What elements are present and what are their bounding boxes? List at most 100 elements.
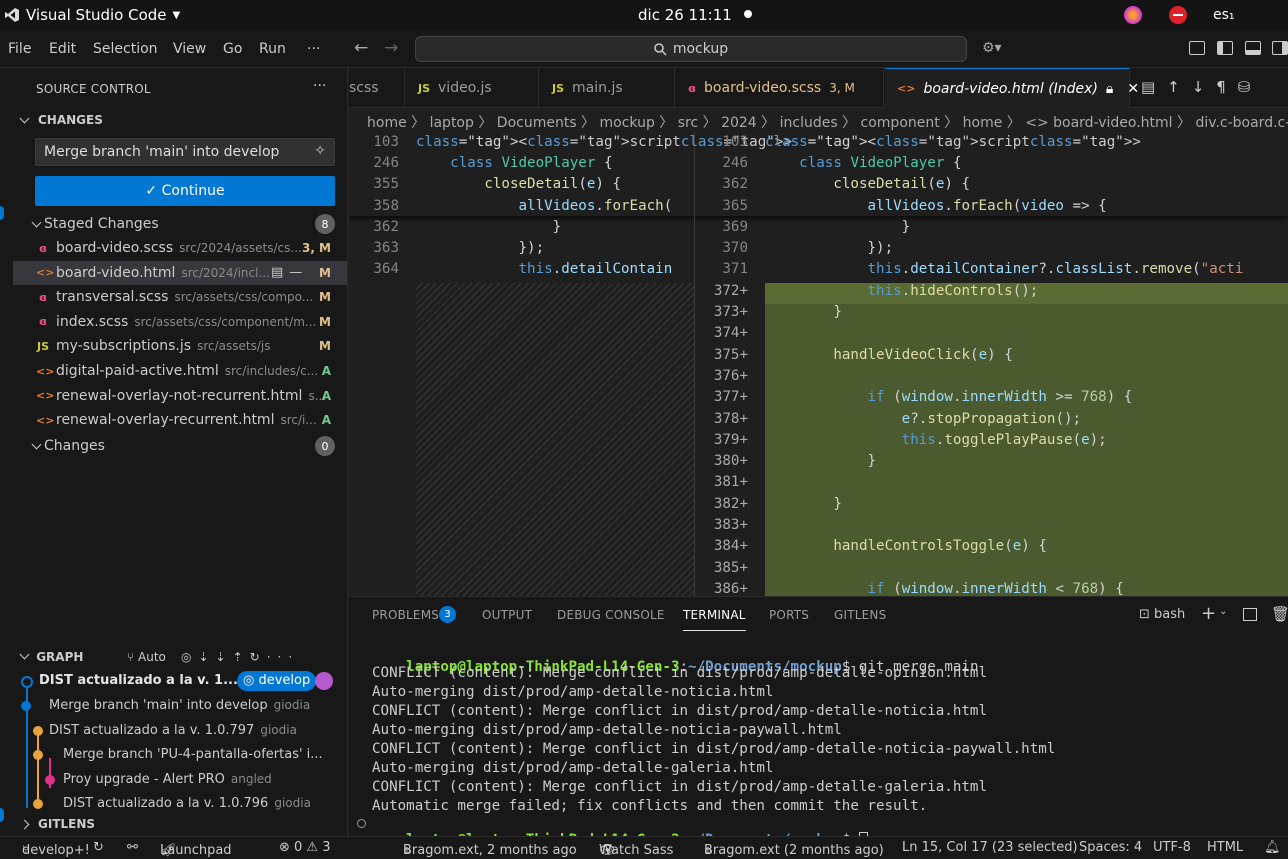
staged-file-item[interactable]: <> renewal-overlay-recurrent.html src/i...… bbox=[13, 408, 347, 432]
more-actions-icon[interactable]: ··· bbox=[313, 78, 326, 94]
close-icon[interactable]: ✕ bbox=[1127, 81, 1139, 97]
tab-board-video-html[interactable]: <> board-video.html (Index) 🔒︎ ✕ bbox=[885, 68, 1139, 108]
graph-node bbox=[21, 676, 33, 688]
menu-run[interactable]: Run bbox=[259, 41, 286, 57]
panel-tab-problems[interactable]: PROBLEMS bbox=[372, 608, 439, 622]
menu-edit[interactable]: Edit bbox=[49, 41, 76, 57]
language-mode[interactable]: HTML bbox=[1207, 840, 1243, 855]
staged-file-item[interactable]: <> board-video.html src/2024/incl... ▤— M bbox=[13, 260, 347, 285]
staged-file-item[interactable]: ɞ transversal.scss src/assets/css/compo...… bbox=[13, 285, 347, 309]
panel-tab-terminal[interactable]: TERMINAL bbox=[683, 608, 746, 631]
git-graph-icon[interactable]: ⚯ bbox=[127, 840, 138, 855]
copilot-icon[interactable]: ⚙▾ bbox=[982, 40, 1002, 56]
code-line[interactable]: allVideos.forEach(video => { bbox=[765, 196, 1107, 217]
row-actions[interactable]: ▤— bbox=[271, 265, 308, 280]
code-line[interactable]: if (window.innerWidth < 768) { bbox=[765, 579, 1124, 596]
commit-message-input[interactable]: Merge branch 'main' into develop ✧ bbox=[35, 138, 335, 166]
split-terminal-icon[interactable] bbox=[1243, 608, 1257, 621]
staged-file-item[interactable]: ɞ board-video.scss src/2024/assets/cs... 3,… bbox=[13, 236, 347, 260]
menu-selection[interactable]: Selection bbox=[93, 41, 158, 57]
tab-video-js[interactable]: JS video.js bbox=[406, 68, 539, 108]
problems-status[interactable]: ⊗ 0 ⚠ 3 bbox=[279, 840, 331, 855]
code-line[interactable]: } bbox=[765, 217, 911, 238]
sync-icon[interactable]: ↻ bbox=[93, 840, 104, 855]
code-line[interactable]: class VideoPlayer { bbox=[765, 153, 961, 174]
notifications-icon[interactable]: 🔔︎ bbox=[1264, 840, 1281, 855]
editor-actions[interactable]: ▤↑↓¶⛁ bbox=[1141, 78, 1262, 96]
code-line[interactable]: e?.stopPropagation(); bbox=[765, 409, 1081, 430]
staged-file-item[interactable]: <> renewal-overlay-not-recurrent.html s...… bbox=[13, 384, 347, 408]
staged-changes-group[interactable]: Staged Changes bbox=[31, 216, 159, 232]
menu-file[interactable]: File bbox=[8, 41, 31, 57]
toggle-panel-icon[interactable] bbox=[1245, 41, 1261, 55]
code-line[interactable]: this.hideControls(); bbox=[765, 281, 1039, 302]
graph-commit-row[interactable]: DIST actualizado a la v. 1.0.797 giodia bbox=[13, 719, 347, 743]
graph-section-header[interactable]: GRAPH ⑂ Auto ◎⇣⇣⇡↻··· bbox=[19, 649, 341, 664]
auto-toggle[interactable]: ⑂ Auto bbox=[127, 650, 166, 664]
staged-file-item[interactable]: <> digital-paid-active.html src/includes/c… bbox=[13, 359, 347, 383]
code-line[interactable]: } bbox=[765, 302, 842, 323]
code-line[interactable]: handleVideoClick(e) { bbox=[765, 345, 1012, 366]
continue-button[interactable]: ✓ Continue bbox=[35, 176, 335, 206]
code-line[interactable]: this.togglePlayPause(e); bbox=[765, 430, 1107, 451]
sparkle-icon[interactable]: ✧ bbox=[314, 143, 326, 159]
file-name: renewal-overlay-not-recurrent.html s... bbox=[56, 388, 326, 404]
changes-group[interactable]: Changes bbox=[31, 438, 105, 454]
code-line[interactable]: } bbox=[416, 217, 562, 238]
menu-go[interactable]: Go bbox=[223, 41, 242, 57]
menu-more[interactable]: ··· bbox=[307, 41, 320, 57]
customize-layout-icon[interactable] bbox=[1189, 41, 1205, 55]
code-line[interactable]: }); bbox=[416, 238, 544, 259]
panel-tab-output[interactable]: OUTPUT bbox=[482, 608, 532, 622]
graph-commit-row[interactable]: Merge branch 'main' into develop giodia bbox=[13, 694, 347, 718]
staged-file-item[interactable]: ɞ index.scss src/assets/css/component/m...… bbox=[13, 310, 347, 334]
graph-commit-row[interactable]: Merge branch 'PU-4-pantalla-ofertas' i..… bbox=[13, 743, 347, 767]
code-line[interactable]: } bbox=[765, 494, 842, 515]
toggle-secondary-sidebar-icon[interactable] bbox=[1272, 41, 1288, 55]
diff-editor[interactable]: 103 class="tag"><class="tag">scriptclass=… bbox=[349, 132, 1288, 596]
code-line[interactable]: if (window.innerWidth >= 768) { bbox=[765, 387, 1133, 408]
gitlens-section-header[interactable]: GITLENS bbox=[19, 817, 95, 831]
branch-badge[interactable]: ◎ develop bbox=[237, 671, 317, 691]
staged-file-item[interactable]: JS my-subscriptions.js src/assets/js M bbox=[13, 334, 347, 358]
toggle-sidebar-icon[interactable] bbox=[1217, 41, 1233, 55]
firefox-icon[interactable] bbox=[1124, 6, 1142, 24]
graph-head-row[interactable]: DIST actualizado a la v. 1... ◎ develop bbox=[13, 669, 347, 693]
code-line[interactable]: class VideoPlayer { bbox=[416, 153, 612, 174]
back-arrow-icon[interactable]: ← bbox=[354, 38, 368, 58]
command-center-search[interactable]: mockup bbox=[415, 36, 967, 62]
graph-toolbar-icons[interactable]: ◎⇣⇣⇡↻··· bbox=[181, 650, 299, 664]
code-line[interactable]: }); bbox=[765, 238, 893, 259]
breadcrumb[interactable]: home 〉 laptop 〉 Documents 〉 mockup 〉 src… bbox=[349, 110, 1288, 132]
keyboard-language[interactable]: es₁ bbox=[1213, 7, 1235, 23]
panel-tab-ports[interactable]: PORTS bbox=[769, 608, 809, 622]
code-line[interactable]: this.detailContain bbox=[416, 259, 673, 280]
new-terminal-icon[interactable]: + bbox=[1201, 603, 1216, 624]
code-line[interactable]: class="tag"><class="tag">scriptclass="ta… bbox=[765, 132, 1141, 153]
encoding[interactable]: UTF-8 bbox=[1153, 840, 1191, 855]
code-line[interactable]: handleControlsToggle(e) { bbox=[765, 536, 1047, 557]
panel-tab-debug-console[interactable]: DEBUG CONSOLE bbox=[557, 608, 665, 622]
terminal-shell[interactable]: ⊡ bash bbox=[1139, 607, 1185, 622]
panel-tab-gitlens[interactable]: GITLENS bbox=[834, 608, 886, 622]
code-line[interactable]: closeDetail(e) { bbox=[765, 174, 970, 195]
code-line[interactable]: closeDetail(e) { bbox=[416, 174, 621, 195]
do-not-disturb-icon[interactable] bbox=[1169, 6, 1187, 24]
graph-commit-row[interactable]: Proy upgrade - Alert PRO angled bbox=[13, 768, 347, 792]
forward-arrow-icon[interactable]: → bbox=[384, 38, 398, 58]
chevron-down-icon[interactable]: ⌄ bbox=[1219, 606, 1227, 617]
tab-main-js[interactable]: JS main.js bbox=[540, 68, 675, 108]
tab-scss[interactable]: scss bbox=[349, 68, 405, 108]
indentation[interactable]: Spaces: 4 bbox=[1079, 840, 1142, 855]
tab-board-video-scss[interactable]: ɞ board-video.scss 3, M bbox=[676, 68, 884, 108]
graph-commit-row[interactable]: DIST actualizado a la v. 1.0.796 giodia bbox=[13, 792, 347, 816]
changes-section-header[interactable]: CHANGES bbox=[19, 113, 103, 127]
clock[interactable]: dic 26 11:11 bbox=[638, 6, 732, 24]
trash-icon[interactable]: 🗑︎ bbox=[1271, 605, 1288, 623]
menu-view[interactable]: View bbox=[173, 41, 206, 57]
cursor-position[interactable]: Ln 15, Col 17 (23 selected) bbox=[902, 840, 1078, 855]
code-line[interactable]: allVideos.forEach( bbox=[416, 196, 673, 217]
app-menu[interactable]: Visual Studio Code ▼ bbox=[4, 6, 180, 24]
code-line[interactable]: } bbox=[765, 451, 876, 472]
code-line[interactable]: this.detailContainer?.classList.remove("… bbox=[765, 259, 1244, 280]
